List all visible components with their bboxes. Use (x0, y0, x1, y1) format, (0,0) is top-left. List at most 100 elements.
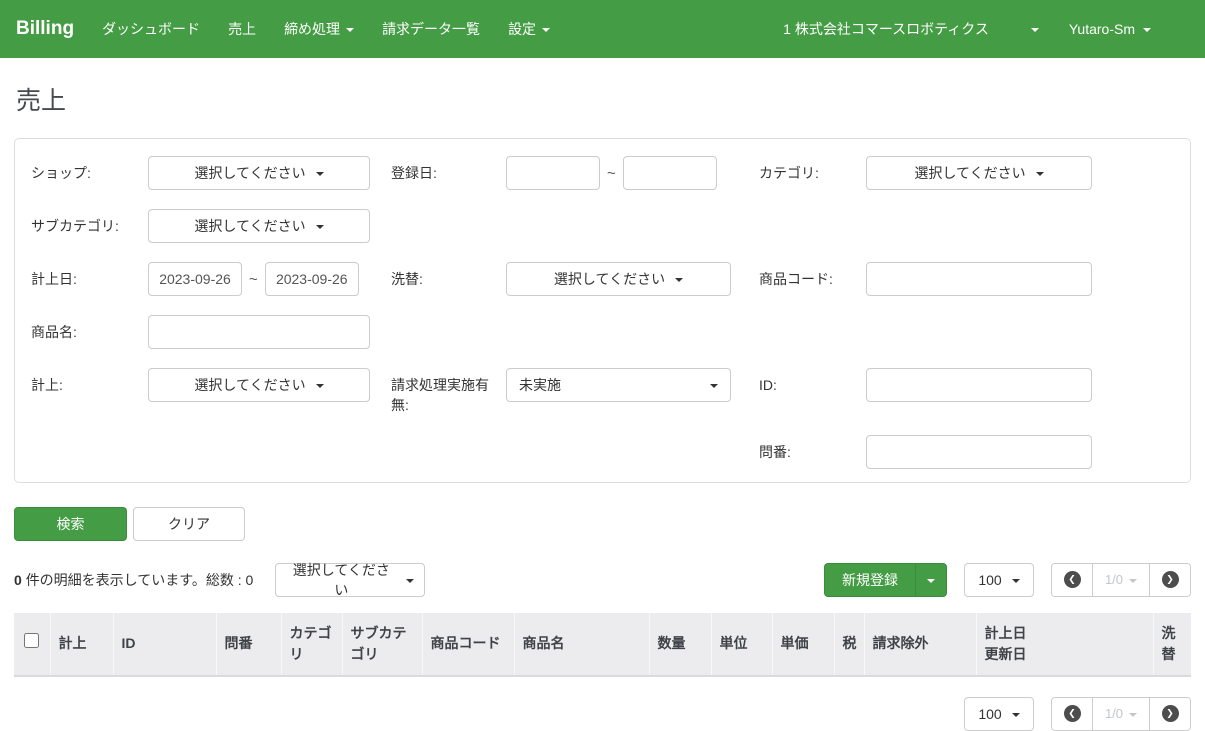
company-dropdown[interactable]: 1 株式会社コマースロボティクス (783, 19, 1039, 39)
caret-down-icon (316, 384, 324, 388)
recording-label: 計上: (31, 368, 148, 416)
nav-item-billing-data[interactable]: 請求データ一覧 (382, 19, 480, 39)
caret-down-icon (1012, 579, 1020, 583)
next-page-button[interactable]: ❯ (1150, 698, 1190, 730)
nav-item-label: 設定 (508, 19, 536, 39)
column-header-billing-exclusion: 請求除外 (864, 613, 976, 676)
caret-down-icon (1129, 713, 1137, 717)
navbar: Billing ダッシュボード 売上 締め処理 請求データ一覧 設定 1 株式会… (0, 0, 1205, 58)
shop-select-value: 選択してください (194, 163, 305, 183)
user-dropdown[interactable]: Yutaro-Sm (1069, 21, 1151, 37)
page-indicator-dropdown[interactable]: 1/0 (1092, 698, 1150, 730)
nav-item-label: 請求データ一覧 (382, 19, 480, 39)
caret-down-icon (346, 28, 354, 32)
pagination: ❮ 1/0 ❯ (1051, 563, 1191, 597)
page-size-value: 100 (978, 572, 1001, 588)
column-header-unit: 単位 (711, 613, 772, 676)
prev-page-icon: ❮ (1064, 705, 1081, 722)
prev-page-button[interactable]: ❮ (1052, 698, 1092, 730)
caret-down-icon (316, 172, 324, 176)
id-label: ID: (759, 368, 866, 416)
page-indicator-dropdown[interactable]: 1/0 (1092, 564, 1150, 596)
prev-page-button[interactable]: ❮ (1052, 564, 1092, 596)
result-count-number: 0 (14, 572, 22, 588)
caret-down-icon (710, 384, 718, 388)
company-name: 1 株式会社コマースロボティクス (783, 19, 989, 39)
column-header-unit-price: 単価 (772, 613, 834, 676)
result-count: 0 件の明細を表示しています。総数 : 0 (14, 570, 253, 590)
new-registration-dropdown-toggle[interactable] (915, 564, 946, 596)
user-name: Yutaro-Sm (1069, 21, 1135, 37)
column-header-tax: 税 (834, 613, 864, 676)
category-select[interactable]: 選択してください (866, 156, 1092, 190)
recording-select[interactable]: 選択してください (148, 368, 370, 402)
page-size-value: 100 (978, 706, 1001, 722)
product-code-label: 商品コード: (759, 262, 866, 296)
recording-date-range: ~ (148, 262, 370, 296)
caret-down-icon (675, 278, 683, 282)
caret-down-icon (1031, 28, 1039, 32)
sales-table: 計上 ID 問番 カテゴリ サブカテゴリ 商品コード 商品名 数量 単位 単価 … (14, 613, 1191, 677)
subcategory-select-value: 選択してください (194, 216, 305, 236)
tilde-separator: ~ (249, 271, 258, 288)
refresh-select[interactable]: 選択してください (506, 262, 731, 296)
page-size-select[interactable]: 100 (964, 563, 1034, 597)
nav-item-closing[interactable]: 締め処理 (284, 19, 354, 39)
registration-date-from-input[interactable] (506, 156, 600, 190)
clear-button[interactable]: クリア (133, 507, 245, 541)
id-input[interactable] (866, 368, 1092, 402)
billing-process-select[interactable]: 未実施 (506, 368, 731, 402)
result-count-text: 件の明細を表示しています。総数 : 0 (26, 572, 254, 588)
column-header-id: ID (113, 613, 216, 676)
select-all-checkbox[interactable] (24, 633, 39, 648)
column-header-dates: 計上日 更新日 (976, 613, 1153, 676)
pagination-bottom: ❮ 1/0 ❯ (1051, 697, 1191, 731)
page-indicator-value: 1/0 (1105, 706, 1123, 721)
select-all-header (14, 613, 50, 676)
bulk-action-select[interactable]: 選択してください (275, 563, 425, 597)
recording-date-from-input[interactable] (148, 262, 242, 296)
action-buttons: 検索 クリア (14, 507, 1191, 541)
registration-date-to-input[interactable] (623, 156, 717, 190)
shop-select[interactable]: 選択してください (148, 156, 370, 190)
new-registration-split-button: 新規登録 (824, 563, 947, 597)
nav-item-label: ダッシュボード (102, 19, 200, 39)
nav-item-dashboard[interactable]: ダッシュボード (102, 19, 200, 39)
table-header-row: 計上 ID 問番 カテゴリ サブカテゴリ 商品コード 商品名 数量 単位 単価 … (14, 613, 1191, 676)
nav-item-settings[interactable]: 設定 (508, 19, 550, 39)
prev-page-icon: ❮ (1064, 571, 1081, 588)
new-registration-button[interactable]: 新規登録 (825, 564, 915, 596)
column-header-product-name: 商品名 (514, 613, 649, 676)
caret-down-icon (1143, 28, 1151, 32)
product-code-input[interactable] (866, 262, 1092, 296)
recording-date-label: 計上日: (31, 262, 148, 296)
main-content: 売上 ショップ: 選択してください 登録日: ~ カテゴリ: 選択してください … (0, 81, 1205, 731)
tilde-separator: ~ (607, 165, 616, 182)
page-title: 売上 (16, 81, 1189, 117)
column-header-keijo: 計上 (50, 613, 113, 676)
next-page-button[interactable]: ❯ (1150, 564, 1190, 596)
nav-item-label: 締め処理 (284, 19, 340, 39)
caret-down-icon (542, 28, 550, 32)
caret-down-icon (1012, 713, 1020, 717)
category-select-value: 選択してください (914, 163, 1025, 183)
column-header-toiban: 問番 (216, 613, 281, 676)
shop-label: ショップ: (31, 156, 148, 190)
page-size-select-bottom[interactable]: 100 (964, 697, 1034, 731)
recording-date-to-input[interactable] (265, 262, 359, 296)
brand-logo[interactable]: Billing (16, 18, 74, 40)
product-name-input[interactable] (148, 315, 370, 349)
toiban-input[interactable] (866, 435, 1092, 469)
results-toolbar: 0 件の明細を表示しています。総数 : 0 選択してください 新規登録 100 … (14, 563, 1191, 597)
subcategory-select[interactable]: 選択してください (148, 209, 370, 243)
registration-date-label: 登録日: (391, 156, 506, 190)
recording-select-value: 選択してください (194, 375, 305, 395)
search-button[interactable]: 検索 (14, 507, 127, 541)
column-header-category: カテゴリ (281, 613, 342, 676)
category-label: カテゴリ: (759, 156, 866, 190)
subcategory-label: サブカテゴリ: (31, 209, 148, 243)
filter-panel: ショップ: 選択してください 登録日: ~ カテゴリ: 選択してください サブカ… (14, 138, 1191, 483)
billing-process-select-value: 未実施 (519, 375, 561, 395)
nav-item-sales[interactable]: 売上 (228, 19, 256, 39)
refresh-select-value: 選択してください (554, 269, 665, 289)
